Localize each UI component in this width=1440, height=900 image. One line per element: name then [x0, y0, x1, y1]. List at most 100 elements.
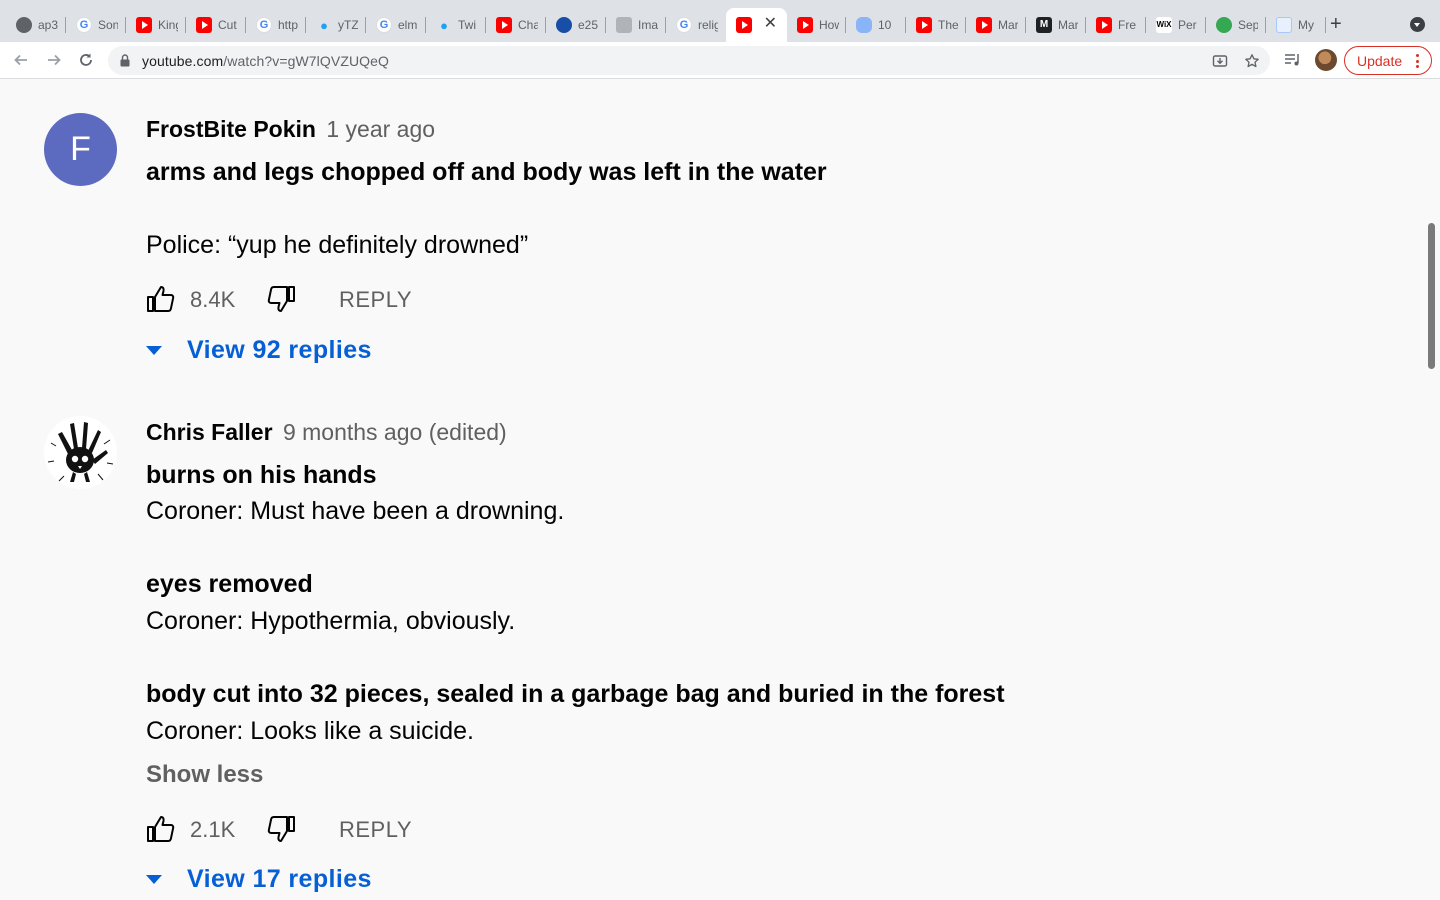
- tab-label: How: [819, 18, 839, 32]
- browser-tab[interactable]: Ima: [606, 8, 666, 42]
- google-icon: G: [676, 17, 692, 33]
- comment-actions: 8.4K REPLY: [146, 285, 546, 315]
- browser-tab[interactable]: Cha: [486, 8, 546, 42]
- google-icon: G: [376, 17, 392, 33]
- browser-tab-active[interactable]: ✕: [726, 8, 787, 42]
- tab-label: The: [938, 18, 958, 32]
- comment-timestamp[interactable]: 9 months ago (edited): [283, 419, 507, 445]
- scrollbar-thumb[interactable]: [1428, 223, 1435, 369]
- tab-label: http: [278, 18, 298, 32]
- browser-tab[interactable]: e25: [546, 8, 606, 42]
- tab-label: Son: [98, 18, 118, 32]
- reload-icon[interactable]: [74, 48, 98, 72]
- comment-text-line: burns on his hands: [146, 461, 377, 489]
- tab-label: Sep: [1238, 18, 1258, 32]
- tab-label: King: [158, 18, 178, 32]
- browser-tab[interactable]: 10: [846, 8, 906, 42]
- cloud-icon: [856, 17, 872, 33]
- url-host: youtube.com: [142, 53, 224, 69]
- browser-tab[interactable]: ● Twi: [426, 8, 486, 42]
- url-path: /watch?v=gW7lQVZUQeQ: [223, 53, 390, 69]
- google-icon: G: [256, 17, 272, 33]
- tab-label: Ima: [638, 18, 658, 32]
- new-tab-icon[interactable]: +: [1330, 14, 1342, 34]
- comment-text-line: body cut into 32 pieces, sealed in a gar…: [146, 680, 1005, 708]
- tab-label: Cut: [218, 18, 237, 32]
- avatar[interactable]: [44, 416, 117, 489]
- thumbs-down-icon[interactable]: [266, 815, 296, 848]
- tab-label: e25: [578, 18, 598, 32]
- browser-tab[interactable]: G Son: [66, 8, 126, 42]
- forward-icon[interactable]: [42, 48, 66, 72]
- comment-author[interactable]: FrostBite Pokin: [146, 116, 316, 142]
- close-tab-icon[interactable]: ✕: [764, 16, 777, 32]
- thumbs-up-icon[interactable]: [146, 285, 176, 318]
- back-icon[interactable]: [9, 48, 33, 72]
- thumbs-down-icon[interactable]: [266, 285, 296, 318]
- twitter-icon: ●: [440, 17, 448, 33]
- update-button[interactable]: Update: [1344, 46, 1432, 75]
- browser-tab[interactable]: Mar: [966, 8, 1026, 42]
- tab-label: Per: [1178, 18, 1197, 32]
- handprint-skull-icon: [47, 422, 114, 482]
- browser-tab[interactable]: Cut: [186, 8, 246, 42]
- browser-tab[interactable]: WiX Per: [1146, 8, 1206, 42]
- comment-text-line: Coroner: Hypothermia, obviously.: [146, 607, 516, 635]
- browser-tab[interactable]: How: [787, 8, 846, 42]
- comments-section: F FrostBite Pokin 1 year ago arms and le…: [0, 80, 1440, 900]
- profile-avatar[interactable]: [1315, 49, 1337, 71]
- google-icon: G: [76, 17, 92, 33]
- view-replies-button[interactable]: View 92 replies: [146, 336, 446, 366]
- avatar[interactable]: F: [44, 113, 117, 186]
- tab-label: My: [1298, 18, 1314, 32]
- youtube-icon: [797, 17, 813, 33]
- image-icon: [616, 17, 632, 33]
- comment-author[interactable]: Chris Faller: [146, 419, 273, 445]
- reply-button[interactable]: REPLY: [339, 287, 412, 313]
- browser-tab[interactable]: G elm: [366, 8, 426, 42]
- tab-strip: ap3 G Son King Cut G http ● yTZ G elm ● …: [0, 0, 1440, 42]
- bookmark-star-icon[interactable]: [1242, 51, 1262, 71]
- comment-header: Chris Faller 9 months ago (edited): [146, 419, 507, 446]
- tab-search-icon[interactable]: [1410, 17, 1425, 32]
- tab-label: yTZ: [338, 18, 358, 32]
- comment-timestamp[interactable]: 1 year ago: [326, 116, 435, 142]
- browser-toolbar: youtube.com/watch?v=gW7lQVZUQeQ Update: [0, 42, 1440, 79]
- browser-tab[interactable]: King: [126, 8, 186, 42]
- tab-label: Mar: [998, 18, 1018, 32]
- update-label: Update: [1357, 52, 1403, 69]
- menu-dots-icon: [1416, 54, 1419, 68]
- browser-tab[interactable]: ● yTZ: [306, 8, 366, 42]
- address-bar[interactable]: youtube.com/watch?v=gW7lQVZUQeQ: [108, 46, 1270, 75]
- lock-icon[interactable]: [120, 54, 130, 72]
- avatar-letter: F: [70, 130, 91, 168]
- view-replies-label: View 17 replies: [187, 865, 372, 893]
- browser-tab[interactable]: G relig: [666, 8, 726, 42]
- tab-label: 10: [878, 18, 892, 32]
- browser-tab[interactable]: Fre: [1086, 8, 1146, 42]
- browser-tab[interactable]: My: [1266, 8, 1326, 42]
- install-app-icon[interactable]: [1210, 51, 1230, 71]
- comment-header: FrostBite Pokin 1 year ago: [146, 116, 435, 143]
- caret-down-icon: [146, 346, 162, 355]
- tab-label: elm: [398, 18, 418, 32]
- thumbs-up-icon[interactable]: [146, 815, 176, 848]
- tab-label: Mar: [1058, 18, 1078, 32]
- browser-tab[interactable]: Sep: [1206, 8, 1266, 42]
- browser-tab[interactable]: G http: [246, 8, 306, 42]
- browser-tab[interactable]: The: [906, 8, 966, 42]
- media-control-icon[interactable]: [1283, 50, 1303, 70]
- reply-button[interactable]: REPLY: [339, 817, 412, 843]
- view-replies-button[interactable]: View 17 replies: [146, 865, 446, 895]
- tab-label: ap3: [38, 18, 58, 32]
- view-replies-label: View 92 replies: [187, 336, 372, 364]
- medium-icon: M: [1036, 17, 1052, 33]
- wix-icon: WiX: [1156, 17, 1172, 33]
- youtube-icon: [736, 17, 752, 33]
- youtube-icon: [1096, 17, 1112, 33]
- comment-text-line: eyes removed: [146, 570, 313, 598]
- browser-tab[interactable]: ap3: [6, 8, 66, 42]
- browser-tab[interactable]: M Mar: [1026, 8, 1086, 42]
- show-less-button[interactable]: Show less: [146, 761, 263, 789]
- tab-label: Twi: [458, 18, 476, 32]
